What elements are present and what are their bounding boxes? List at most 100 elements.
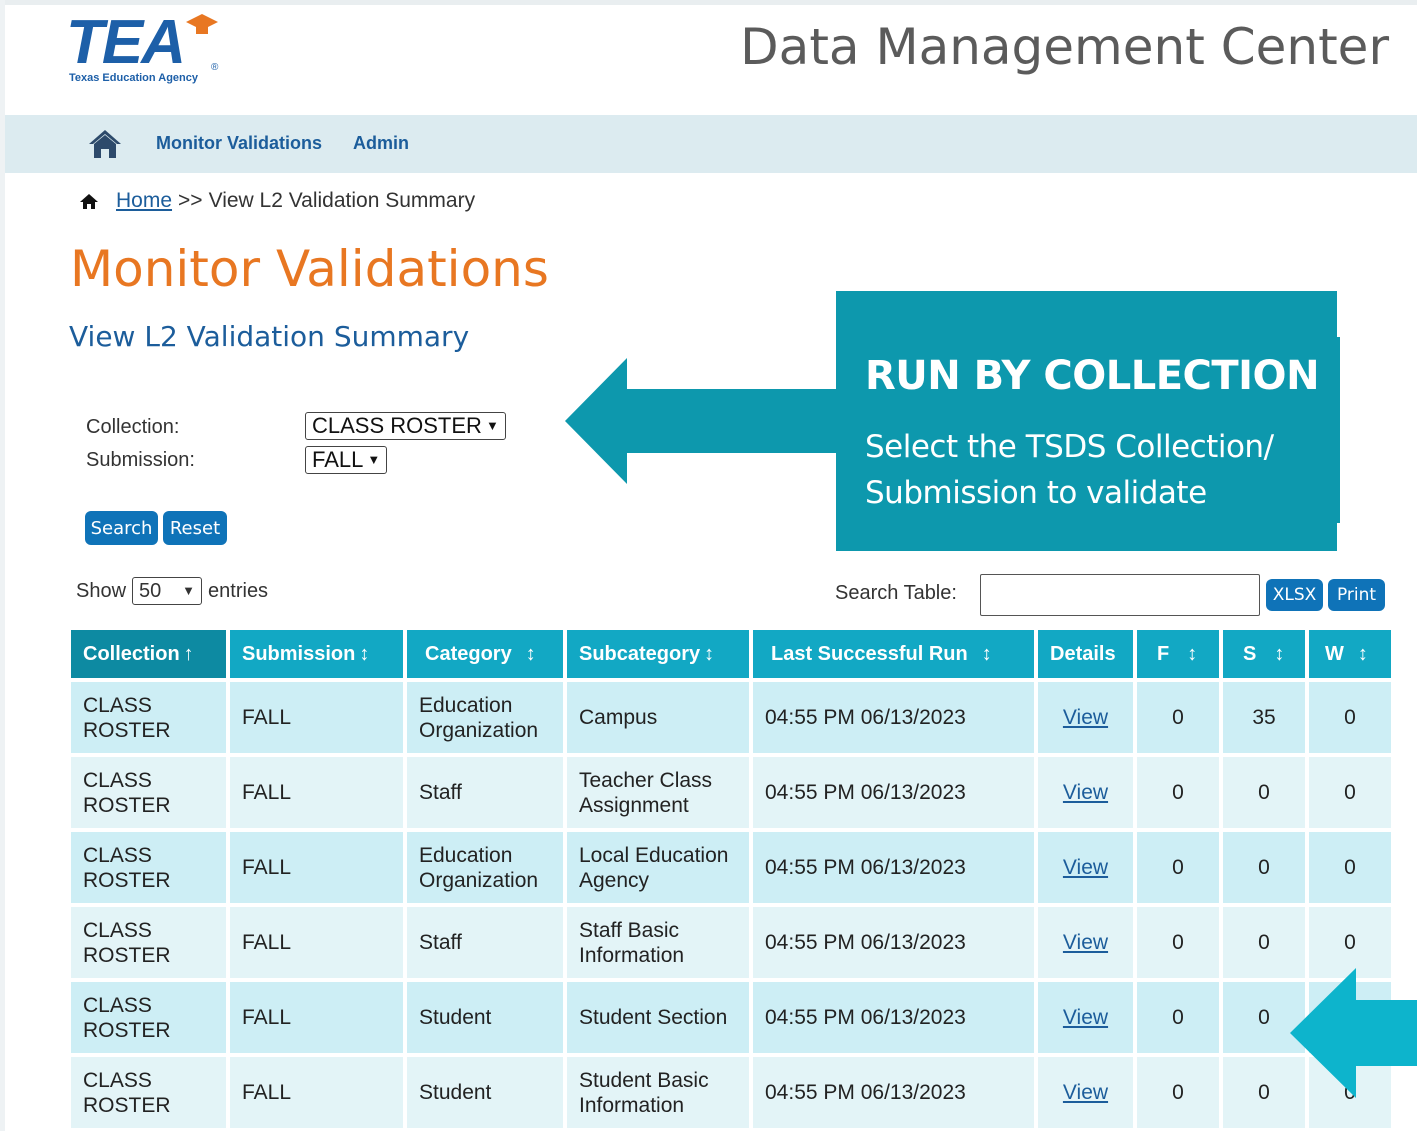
table-header-row: Collection ↑ Submission ↕ Category ↕ Subcat… xyxy=(71,630,1391,678)
chevron-down-icon: ▼ xyxy=(367,452,381,467)
cell-s: 0 xyxy=(1223,832,1305,903)
arrow-left-icon xyxy=(565,358,845,484)
cell-submission: FALL xyxy=(230,907,403,978)
cell-subcategory: Teacher Class Assignment xyxy=(567,757,749,828)
tea-logo[interactable]: TEA ® Texas Education Agency xyxy=(66,12,226,92)
cell-category: Education Organization xyxy=(407,832,563,903)
cell-subcategory: Student Basic Information xyxy=(567,1057,749,1128)
cell-submission: FALL xyxy=(230,682,403,753)
reset-button[interactable]: Reset xyxy=(163,511,227,545)
collection-select-value: CLASS ROSTER xyxy=(312,413,482,438)
page-subtitle: View L2 Validation Summary xyxy=(69,320,470,353)
callout-edge xyxy=(1337,523,1340,551)
column-header-category[interactable]: Category ↕ xyxy=(407,630,563,678)
cell-submission: FALL xyxy=(230,1057,403,1128)
column-header-s[interactable]: S ↕ xyxy=(1223,630,1305,678)
logo-subtitle: Texas Education Agency xyxy=(69,72,198,84)
column-header-f[interactable]: F ↕ xyxy=(1137,630,1219,678)
sort-icon: ↕ xyxy=(1274,642,1285,665)
cell-collection: CLASS ROSTER xyxy=(71,757,226,828)
site-title: Data Management Center xyxy=(740,18,1389,76)
cell-s: 0 xyxy=(1223,757,1305,828)
view-link[interactable]: View xyxy=(1063,1006,1108,1029)
breadcrumb-home-icon xyxy=(80,193,98,209)
cell-category: Education Organization xyxy=(407,682,563,753)
cell-f: 0 xyxy=(1137,832,1219,903)
sort-icon: ↕ xyxy=(359,642,370,665)
column-header-collection[interactable]: Collection ↑ xyxy=(71,630,226,678)
cell-f: 0 xyxy=(1137,1057,1219,1128)
cell-w: 0 xyxy=(1309,682,1391,753)
cell-collection: CLASS ROSTER xyxy=(71,982,226,1053)
home-icon[interactable] xyxy=(87,127,123,161)
cell-submission: FALL xyxy=(230,832,403,903)
page-title: Monitor Validations xyxy=(70,240,549,298)
entries-select-value: 50 xyxy=(139,580,162,602)
cell-f: 0 xyxy=(1137,907,1219,978)
nav-monitor-validations[interactable]: Monitor Validations xyxy=(156,133,322,154)
chevron-down-icon: ▼ xyxy=(485,418,499,433)
view-link[interactable]: View xyxy=(1063,856,1108,879)
cell-subcategory: Student Section xyxy=(567,982,749,1053)
search-button[interactable]: Search xyxy=(85,511,158,545)
callout-body: Select the TSDS Collection/ Submission t… xyxy=(865,424,1274,516)
view-link[interactable]: View xyxy=(1063,781,1108,804)
cell-f: 0 xyxy=(1137,757,1219,828)
xlsx-button[interactable]: XLSX xyxy=(1266,579,1323,611)
cell-last-run: 04:55 PM 06/13/2023 xyxy=(753,1057,1034,1128)
breadcrumb-separator: >> xyxy=(178,189,203,212)
search-table-input[interactable] xyxy=(980,574,1260,616)
cell-submission: FALL xyxy=(230,982,403,1053)
column-header-last-run[interactable]: Last Successful Run ↕ xyxy=(753,630,1034,678)
callout-title: RUN BY COLLECTION xyxy=(865,353,1320,399)
cell-category: Student xyxy=(407,1057,563,1128)
cell-f: 0 xyxy=(1137,982,1219,1053)
column-header-details: Details xyxy=(1038,630,1133,678)
sort-icon: ↕ xyxy=(1187,642,1198,665)
breadcrumb: Home >> View L2 Validation Summary xyxy=(80,189,475,213)
callout-body-line: Select the TSDS Collection/ xyxy=(865,429,1274,465)
cell-collection: CLASS ROSTER xyxy=(71,832,226,903)
cell-collection: CLASS ROSTER xyxy=(71,1057,226,1128)
table-row: CLASS ROSTER FALL Education Organization… xyxy=(71,682,1391,753)
cell-submission: FALL xyxy=(230,757,403,828)
entries-label: entries xyxy=(208,579,269,602)
cell-collection: CLASS ROSTER xyxy=(71,907,226,978)
cell-w: 0 xyxy=(1309,832,1391,903)
column-header-submission[interactable]: Submission ↕ xyxy=(230,630,403,678)
cell-details: View xyxy=(1038,907,1133,978)
cell-subcategory: Campus xyxy=(567,682,749,753)
collection-select[interactable]: CLASS ROSTER ▼ xyxy=(305,412,506,440)
view-link[interactable]: View xyxy=(1063,1081,1108,1104)
main-nav: Monitor Validations Admin xyxy=(5,115,1417,173)
submission-select[interactable]: FALL ▼ xyxy=(305,446,388,474)
breadcrumb-home-link[interactable]: Home xyxy=(116,189,172,213)
column-header-subcategory[interactable]: Subcategory ↕ xyxy=(567,630,749,678)
cell-category: Student xyxy=(407,982,563,1053)
cell-details: View xyxy=(1038,982,1133,1053)
search-table-label: Search Table: xyxy=(835,582,957,604)
table-row: CLASS ROSTER FALL Staff Staff Basic Info… xyxy=(71,907,1391,978)
table-row: CLASS ROSTER FALL Student Student Sectio… xyxy=(71,982,1391,1053)
cell-category: Staff xyxy=(407,757,563,828)
validation-summary-table: Collection ↑ Submission ↕ Category ↕ Subcat… xyxy=(67,626,1395,1131)
view-link[interactable]: View xyxy=(1063,706,1108,729)
column-header-w[interactable]: W ↕ xyxy=(1309,630,1391,678)
cell-last-run: 04:55 PM 06/13/2023 xyxy=(753,982,1034,1053)
cell-details: View xyxy=(1038,1057,1133,1128)
view-link[interactable]: View xyxy=(1063,931,1108,954)
print-button[interactable]: Print xyxy=(1328,579,1385,611)
logo-text: TEA xyxy=(66,8,186,77)
cell-subcategory: Staff Basic Information xyxy=(567,907,749,978)
cell-subcategory: Local Education Agency xyxy=(567,832,749,903)
cell-last-run: 04:55 PM 06/13/2023 xyxy=(753,682,1034,753)
cell-last-run: 04:55 PM 06/13/2023 xyxy=(753,832,1034,903)
entries-select[interactable]: 50 ▼ xyxy=(132,577,203,605)
nav-admin[interactable]: Admin xyxy=(353,133,409,154)
cell-f: 0 xyxy=(1137,682,1219,753)
cell-s: 35 xyxy=(1223,682,1305,753)
cell-details: View xyxy=(1038,682,1133,753)
graduation-cap-icon xyxy=(186,14,218,34)
show-label: Show xyxy=(76,579,127,602)
collection-label: Collection: xyxy=(86,416,180,438)
